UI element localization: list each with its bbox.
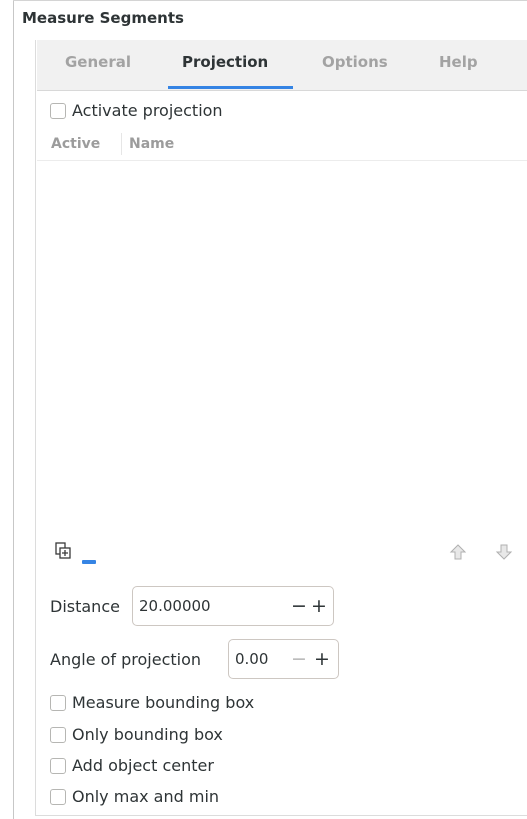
move-up-icon[interactable]	[449, 543, 467, 561]
add-object-center-label: Add object center	[72, 756, 214, 775]
active-tab-indicator	[168, 86, 293, 89]
angle-spinbutton[interactable]: 0.00 − +	[228, 639, 339, 679]
distance-label: Distance	[50, 597, 120, 616]
left-divider	[13, 0, 14, 819]
tab-help[interactable]: Help	[439, 53, 478, 71]
only-bounding-box-label: Only bounding box	[72, 725, 223, 744]
move-up-icon-glyph	[449, 544, 467, 560]
angle-decrement-button[interactable]: −	[290, 645, 308, 673]
panel-title: Measure Segments	[22, 9, 184, 27]
tab-bar: General Projection Options Help	[37, 40, 527, 91]
distance-decrement-button[interactable]: −	[290, 592, 308, 620]
distance-increment-button[interactable]: +	[310, 592, 328, 620]
only-max-and-min-label: Only max and min	[72, 787, 220, 806]
column-separator	[121, 133, 122, 155]
only-bounding-box-checkbox[interactable]	[50, 726, 66, 743]
column-active[interactable]: Active	[51, 136, 100, 152]
tab-options[interactable]: Options	[322, 53, 388, 71]
add-object-center-row[interactable]: Add object center	[50, 756, 214, 775]
projection-list[interactable]	[37, 161, 527, 521]
dialog-root: Measure Segments General Projection Opti…	[0, 0, 527, 819]
measure-bounding-box-label: Measure bounding box	[72, 693, 255, 712]
angle-value[interactable]: 0.00	[235, 650, 268, 668]
measure-bounding-box-row[interactable]: Measure bounding box	[50, 693, 254, 712]
only-max-and-min-row[interactable]: Only max and min	[50, 787, 219, 806]
add-object-center-checkbox[interactable]	[50, 757, 66, 774]
remove-icon[interactable]	[82, 549, 96, 564]
only-bounding-box-row[interactable]: Only bounding box	[50, 725, 223, 744]
tab-general[interactable]: General	[65, 53, 131, 71]
activate-projection-label: Activate projection	[72, 101, 223, 120]
only-max-and-min-checkbox[interactable]	[50, 788, 66, 805]
top-divider	[13, 0, 527, 1]
angle-increment-button[interactable]: +	[313, 645, 331, 673]
angle-label: Angle of projection	[50, 650, 202, 669]
move-down-icon[interactable]	[495, 543, 513, 561]
remove-icon-glyph	[82, 560, 96, 564]
notebook-panel: General Projection Options Help Activate…	[35, 40, 527, 815]
move-down-icon-glyph	[495, 544, 513, 560]
panel-bottom-border	[35, 815, 527, 816]
column-name[interactable]: Name	[129, 136, 174, 152]
measure-bounding-box-checkbox[interactable]	[50, 694, 66, 711]
add-path-icon-glyph	[55, 542, 71, 559]
activate-projection-checkbox[interactable]	[50, 102, 66, 119]
tab-projection[interactable]: Projection	[182, 53, 268, 71]
distance-value[interactable]: 20.00000	[139, 597, 211, 615]
projection-list-header: Active Name	[37, 128, 527, 161]
activate-projection-row[interactable]: Activate projection	[50, 101, 223, 120]
distance-spinbutton[interactable]: 20.00000 − +	[132, 586, 334, 626]
add-path-icon[interactable]	[54, 542, 72, 560]
